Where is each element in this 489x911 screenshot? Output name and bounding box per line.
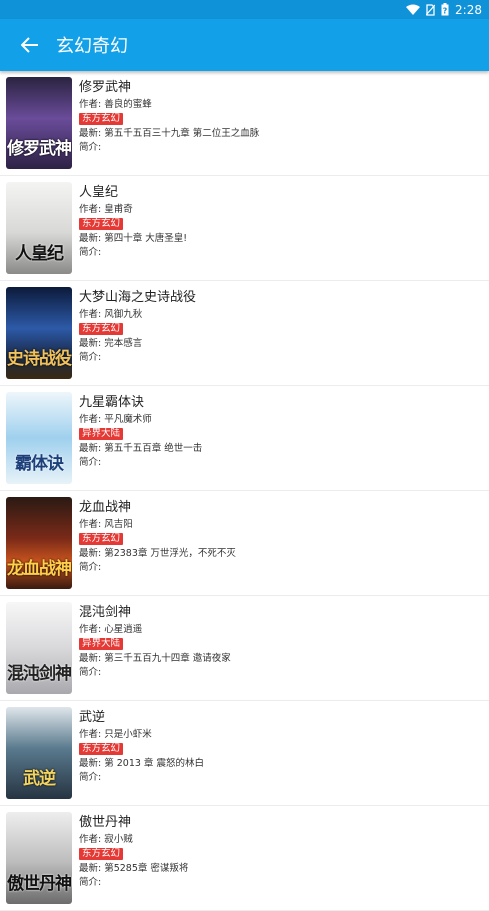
book-title[interactable]: 修罗武神	[79, 80, 259, 96]
book-author: 作者: 心星逍遥	[79, 624, 143, 635]
book-intro: 简介:	[79, 247, 102, 258]
battery-icon: ?	[441, 3, 449, 16]
book-author: 作者: 平凡魔术师	[79, 414, 152, 425]
book-item[interactable]: 人皇纪 人皇纪 作者: 皇甫奇 东方玄幻 最新: 第四十章 大唐圣皇! 简介:	[0, 176, 489, 281]
cover-title: 混沌剑神	[7, 664, 72, 684]
wifi-icon	[406, 4, 421, 15]
book-cover[interactable]: 武逆	[6, 707, 72, 799]
cover-title: 霸体诀	[15, 454, 64, 474]
book-title[interactable]: 武逆	[79, 710, 204, 726]
category-tag: 东方玄幻	[79, 848, 124, 860]
book-author: 作者: 风吉阳	[79, 519, 133, 530]
cover-title: 龙血战神	[7, 559, 72, 579]
book-title[interactable]: 傲世丹神	[79, 815, 188, 831]
latest-chapter: 最新: 第五千五百三十九章 第二位王之血脉	[79, 128, 260, 139]
back-arrow-icon[interactable]	[16, 31, 44, 59]
book-item[interactable]: 霸体诀 九星霸体诀 作者: 平凡魔术师 异界大陆 最新: 第五千五百章 绝世一击…	[0, 386, 489, 491]
book-list: 修罗武神 修罗武神 作者: 善良的蜜蜂 东方玄幻 最新: 第五千五百三十九章 第…	[0, 71, 489, 911]
latest-chapter: 最新: 第四十章 大唐圣皇!	[79, 233, 188, 244]
book-item[interactable]: 混沌剑神 混沌剑神 作者: 心星逍遥 异界大陆 最新: 第三千五百九十四章 邀请…	[0, 596, 489, 701]
book-item[interactable]: 修罗武神 修罗武神 作者: 善良的蜜蜂 东方玄幻 最新: 第五千五百三十九章 第…	[0, 71, 489, 176]
book-intro: 简介:	[79, 352, 102, 363]
page-title: 玄幻奇幻	[56, 36, 128, 57]
app-bar: 玄幻奇幻	[0, 19, 489, 71]
book-cover[interactable]: 修罗武神	[6, 77, 72, 169]
latest-chapter: 最新: 第 2013 章 震怒的林白	[79, 758, 204, 769]
category-tag: 异界大陆	[79, 428, 124, 440]
book-author: 作者: 风御九秋	[79, 309, 143, 320]
latest-chapter: 最新: 第2383章 万世浮光，不死不灭	[79, 548, 236, 559]
book-item[interactable]: 龙血战神 龙血战神 作者: 风吉阳 东方玄幻 最新: 第2383章 万世浮光，不…	[0, 491, 489, 596]
book-intro: 简介:	[79, 772, 102, 783]
cover-title: 史诗战役	[7, 349, 72, 369]
book-intro: 简介:	[79, 877, 102, 888]
book-cover[interactable]: 龙血战神	[6, 497, 72, 589]
book-intro: 简介:	[79, 562, 102, 573]
category-tag: 东方玄幻	[79, 113, 124, 125]
book-cover[interactable]: 混沌剑神	[6, 602, 72, 694]
latest-chapter: 最新: 第5285章 密谋叛将	[79, 863, 189, 874]
book-cover[interactable]: 人皇纪	[6, 182, 72, 274]
category-tag: 东方玄幻	[79, 743, 124, 755]
book-cover[interactable]: 傲世丹神	[6, 812, 72, 904]
book-author: 作者: 寂小贼	[79, 834, 133, 845]
book-cover[interactable]: 史诗战役	[6, 287, 72, 379]
cover-title: 武逆	[23, 769, 56, 789]
cover-title: 人皇纪	[15, 244, 64, 264]
latest-chapter: 最新: 第三千五百九十四章 邀请夜家	[79, 653, 231, 664]
category-tag: 东方玄幻	[79, 218, 124, 230]
latest-chapter: 最新: 完本感言	[79, 338, 143, 349]
book-title[interactable]: 混沌剑神	[79, 605, 231, 621]
book-item[interactable]: 傲世丹神 傲世丹神 作者: 寂小贼 东方玄幻 最新: 第5285章 密谋叛将 简…	[0, 806, 489, 911]
book-item[interactable]: 史诗战役 大梦山海之史诗战役 作者: 风御九秋 东方玄幻 最新: 完本感言 简介…	[0, 281, 489, 386]
svg-text:?: ?	[443, 7, 448, 16]
category-tag: 东方玄幻	[79, 323, 124, 335]
book-author: 作者: 只是小虾米	[79, 729, 152, 740]
book-title[interactable]: 龙血战神	[79, 500, 236, 516]
book-author: 作者: 善良的蜜蜂	[79, 99, 152, 110]
cover-title: 修罗武神	[7, 139, 72, 159]
book-title[interactable]: 九星霸体诀	[79, 395, 202, 411]
book-intro: 简介:	[79, 457, 102, 468]
book-author: 作者: 皇甫奇	[79, 204, 133, 215]
latest-chapter: 最新: 第五千五百章 绝世一击	[79, 443, 203, 454]
book-item[interactable]: 武逆 武逆 作者: 只是小虾米 东方玄幻 最新: 第 2013 章 震怒的林白 …	[0, 701, 489, 806]
book-intro: 简介:	[79, 667, 102, 678]
cover-title: 傲世丹神	[7, 874, 72, 894]
book-title[interactable]: 人皇纪	[79, 185, 187, 201]
book-intro: 简介:	[79, 142, 102, 153]
book-cover[interactable]: 霸体诀	[6, 392, 72, 484]
book-title[interactable]: 大梦山海之史诗战役	[79, 290, 196, 306]
no-sim-icon	[426, 3, 436, 16]
category-tag: 异界大陆	[79, 638, 124, 650]
status-bar: ? 2:28	[0, 0, 489, 19]
status-time: 2:28	[455, 2, 482, 17]
category-tag: 东方玄幻	[79, 533, 124, 545]
